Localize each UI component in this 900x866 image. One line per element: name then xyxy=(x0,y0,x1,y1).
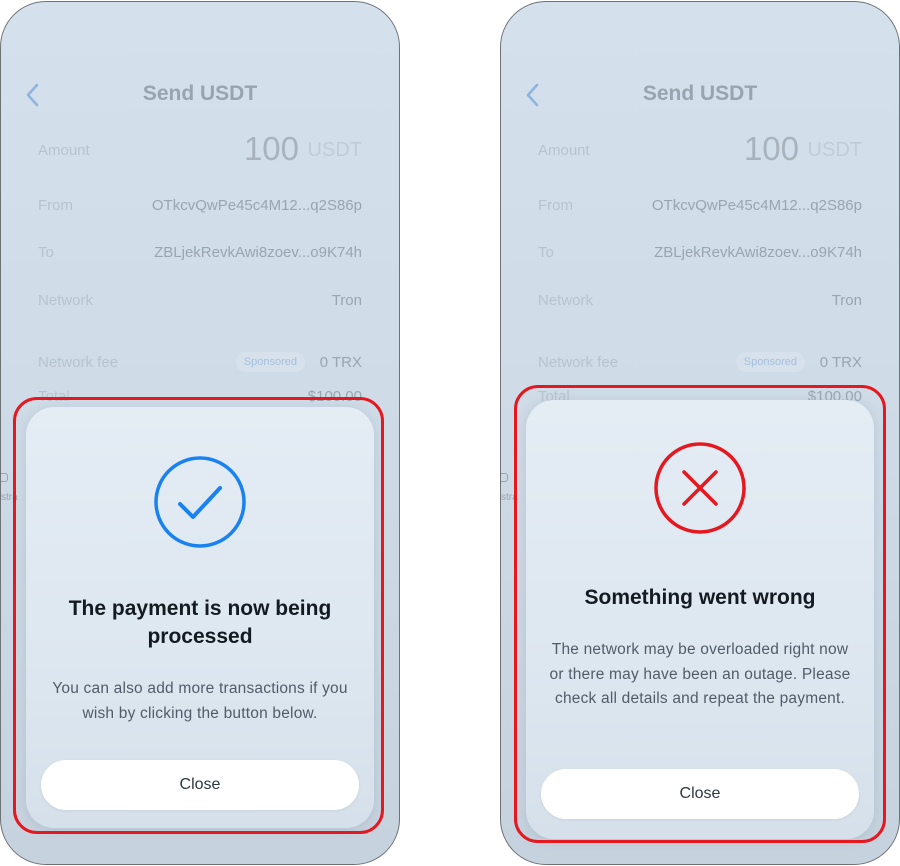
amount-label: Amount xyxy=(38,142,90,159)
close-button[interactable]: Close xyxy=(41,760,359,810)
modal-title: Something went wrong xyxy=(584,586,816,609)
network-fee-value: 0 TRX xyxy=(319,354,362,371)
amount-label: Amount xyxy=(538,142,590,159)
page-title: Send USDT xyxy=(142,82,258,105)
amount-value: 100 xyxy=(743,130,799,167)
from-label: From xyxy=(538,197,573,214)
tab-icon xyxy=(501,473,508,482)
amount-value: 100 xyxy=(243,130,299,167)
sponsored-badge: Sponsored xyxy=(235,352,305,372)
modal-message: You can also add more transactions if yo… xyxy=(52,680,348,722)
total-value: $100.00 xyxy=(307,388,362,405)
network-label: Network xyxy=(538,292,594,309)
error-x-circle-icon xyxy=(654,442,746,534)
status-modal: Something went wrong The network may be … xyxy=(526,400,874,839)
network-value: Tron xyxy=(331,292,362,309)
modal-title: The payment is now being processed xyxy=(68,597,332,648)
phone-screen-error: Send USDT Amount 100 USDT From OTkcvQwPe… xyxy=(500,1,900,865)
to-label: To xyxy=(538,244,554,261)
network-label: Network xyxy=(38,292,94,309)
to-label: To xyxy=(38,244,54,261)
from-label: From xyxy=(38,197,73,214)
tab-icon xyxy=(1,473,8,482)
tab-label-peek: stra xyxy=(501,492,518,503)
to-address: ZBLjekRevkAwi8zoev...o9K74h xyxy=(654,244,862,261)
from-address: OTkcvQwPe45c4M12...q2S86p xyxy=(151,197,362,214)
amount-unit: USDT xyxy=(807,139,862,161)
modal-message: The network may be overloaded right now … xyxy=(549,641,851,707)
total-label: Total xyxy=(38,388,70,405)
from-address: OTkcvQwPe45c4M12...q2S86p xyxy=(651,197,862,214)
phone-screen-success: Send USDT Amount 100 USDT From OTkcvQwPe… xyxy=(0,1,400,865)
sponsored-badge: Sponsored xyxy=(735,352,805,372)
network-fee-label: Network fee xyxy=(538,354,619,371)
close-button[interactable]: Close xyxy=(541,769,859,819)
network-fee-label: Network fee xyxy=(38,354,119,371)
status-modal: The payment is now being processed You c… xyxy=(26,407,374,828)
check-circle-icon xyxy=(154,456,246,548)
network-value: Tron xyxy=(831,292,862,309)
page-title: Send USDT xyxy=(642,82,758,105)
to-address: ZBLjekRevkAwi8zoev...o9K74h xyxy=(154,244,362,261)
amount-unit: USDT xyxy=(307,139,362,161)
tab-label-peek: stra xyxy=(1,492,18,503)
network-fee-value: 0 TRX xyxy=(819,354,862,371)
